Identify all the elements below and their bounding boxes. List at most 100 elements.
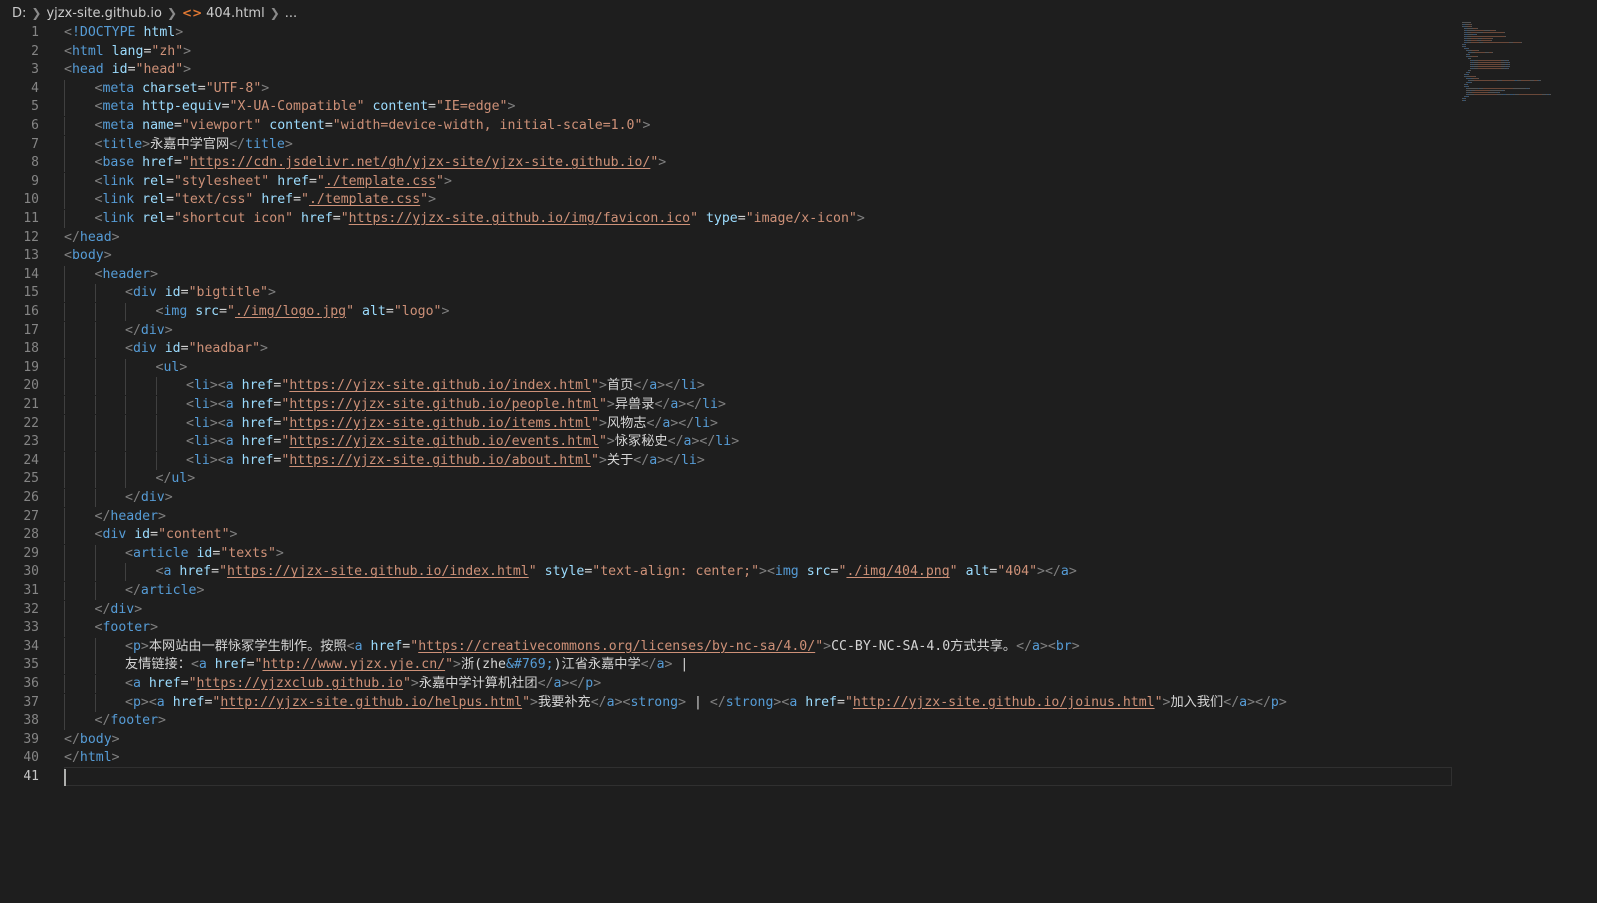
code-token: ./template.css xyxy=(324,173,437,189)
code-token: </ xyxy=(94,508,111,524)
code-token: lang xyxy=(111,43,144,59)
indent-guide xyxy=(64,172,65,191)
indent-guide xyxy=(64,693,65,712)
code-line[interactable]: 3 <head id="head"> xyxy=(0,61,1480,79)
code-line[interactable]: 20 <li><a href="https://yjzx-site.github.… xyxy=(0,377,1480,396)
code-token: id xyxy=(164,285,181,301)
code-line[interactable]: 14 <header> xyxy=(0,265,1480,284)
code-line[interactable]: 33 <footer> xyxy=(0,619,1480,638)
line-number: 41 xyxy=(23,769,39,784)
minimap[interactable] xyxy=(1458,22,1568,112)
code-editor[interactable]: 1 <!DOCTYPE html> 2 <html lang="zh"> 3 <head … xyxy=(0,24,1480,844)
breadcrumb-drive[interactable]: D: xyxy=(12,6,26,21)
code-line[interactable]: 7 <title>永嘉中学官网</title> xyxy=(0,135,1480,154)
code-line[interactable]: 39 </body> xyxy=(0,731,1480,749)
code-token: > xyxy=(284,136,293,152)
code-token: 异兽录 xyxy=(614,397,655,412)
code-line[interactable]: 32 </div> xyxy=(0,600,1480,619)
code-token: >< xyxy=(209,415,226,431)
breadcrumb-more[interactable]: ... xyxy=(285,6,297,21)
code-line[interactable]: 13 <body> xyxy=(0,247,1480,265)
code-token: = xyxy=(166,211,174,226)
code-line[interactable]: 30 <a href="https://yjzx-site.github.io/i… xyxy=(0,563,1480,582)
code-token: https://yjzx-site.github.io/people.html xyxy=(289,397,599,412)
indent-guide xyxy=(64,396,65,414)
indent-guide xyxy=(64,582,65,600)
code-line[interactable]: 27 </header> xyxy=(0,507,1480,526)
code-token: >< xyxy=(614,694,631,710)
breadcrumb-folder[interactable]: yjzx-site.github.io xyxy=(46,6,162,21)
code-line[interactable]: 36 <a href="https://yjzxclub.github.io">永… xyxy=(0,675,1480,693)
code-token: > xyxy=(164,490,173,505)
indent-guide xyxy=(64,563,65,582)
code-token: > xyxy=(823,638,832,654)
code-line[interactable]: 34 <p>本网站由一群怺冢学生制作。按照<a href="https://cre… xyxy=(0,637,1480,656)
code-line[interactable]: 11 <link rel="shortcut icon" href="https:… xyxy=(0,210,1480,228)
code-token: !DOCTYPE xyxy=(71,25,136,40)
code-line[interactable]: 8 <base href="https://cdn.jsdelivr.net/gh… xyxy=(0,154,1480,173)
code-token: 永嘉中学官网 xyxy=(150,136,230,152)
code-token: "X-UA-Compatible" xyxy=(229,99,365,115)
code-token: 友情链接： xyxy=(125,657,191,673)
code-line[interactable]: 4 <meta charset="UTF-8"> xyxy=(0,79,1480,98)
code-line[interactable]: 17 </div> xyxy=(0,321,1480,340)
code-line[interactable]: 23 <li><a href="https://yjzx-site.github.… xyxy=(0,433,1480,452)
code-token: < xyxy=(186,452,194,468)
code-line[interactable]: 6 <meta name="viewport" content="width=de… xyxy=(0,117,1480,135)
code-line[interactable]: 40 </html> xyxy=(0,749,1480,767)
code-line[interactable]: 2 <html lang="zh"> xyxy=(0,43,1480,61)
chevron-right-icon: ❯ xyxy=(269,6,280,20)
code-line[interactable]: 29 <article id="texts"> xyxy=(0,544,1480,563)
code-token: meta xyxy=(102,118,135,133)
code-token: = xyxy=(308,173,317,189)
code-text: </body> xyxy=(64,731,120,749)
code-line[interactable]: 10 <link rel="text/css" href="./template.… xyxy=(0,191,1480,210)
code-token: = xyxy=(246,657,255,673)
code-line[interactable]: 24 <li><a href="https://yjzx-site.github.… xyxy=(0,451,1480,470)
code-line[interactable]: 22 <li><a href="https://yjzx-site.github.… xyxy=(0,414,1480,433)
code-line[interactable]: 31 </article> xyxy=(0,582,1480,600)
code-line[interactable]: 16 <img src="./img/logo.jpg" alt="logo"> xyxy=(0,303,1480,321)
indent-guide xyxy=(64,98,65,117)
code-line[interactable]: 15 <div id="bigtitle"> xyxy=(0,284,1480,303)
breadcrumb-file[interactable]: 404.html xyxy=(206,6,265,21)
code-line[interactable]: 35 友情链接：<a href="http://www.yjzx.yje.cn/"… xyxy=(0,656,1480,675)
code-line[interactable]: 1 <!DOCTYPE html> xyxy=(0,24,1480,42)
code-token: > xyxy=(598,415,607,431)
code-line[interactable]: 21 <li><a href="https://yjzx-site.github.… xyxy=(0,396,1480,414)
code-line[interactable]: 25 </ul> xyxy=(0,470,1480,489)
minimap-token xyxy=(1475,94,1496,95)
code-line[interactable]: 28 <div id="content"> xyxy=(0,526,1480,545)
code-token: p xyxy=(585,676,594,691)
code-token: href xyxy=(172,694,205,710)
code-token: "content" xyxy=(158,527,230,543)
code-line[interactable]: 9 <link rel="stylesheet" href="./template… xyxy=(0,172,1480,191)
code-token: </ xyxy=(590,694,607,710)
code-token: > xyxy=(158,713,166,729)
code-line[interactable]: 38 </footer> xyxy=(0,712,1480,731)
indent-guide xyxy=(64,210,65,228)
code-token: = xyxy=(180,676,189,691)
code-line[interactable]: 19 <ul> xyxy=(0,358,1480,377)
minimap-token xyxy=(1471,82,1472,83)
code-text: </head> xyxy=(64,229,120,247)
code-token: html xyxy=(79,750,112,766)
code-token: href xyxy=(214,657,247,673)
indent-guide xyxy=(64,414,65,433)
code-line[interactable]: 5 <meta http-equiv="X-UA-Compatible" cont… xyxy=(0,98,1480,117)
code-text: <link rel="shortcut icon" href="https://… xyxy=(95,210,865,228)
code-line[interactable]: 12 </head> xyxy=(0,229,1480,247)
code-line[interactable]: 37 <p><a href="http://yjzx-site.github.io… xyxy=(0,693,1480,712)
code-line[interactable]: 26 </div> xyxy=(0,489,1480,507)
indent-guide xyxy=(64,303,65,321)
code-line[interactable]: 18 <div id="headbar"> xyxy=(0,340,1480,359)
code-line[interactable]: 41 xyxy=(0,767,1480,786)
code-token: < xyxy=(125,676,133,691)
code-token: < xyxy=(64,43,72,59)
code-token: https://yjzx-site.github.io/img/favicon.… xyxy=(348,211,691,226)
code-token: li xyxy=(680,452,697,468)
code-token: footer xyxy=(102,620,151,636)
